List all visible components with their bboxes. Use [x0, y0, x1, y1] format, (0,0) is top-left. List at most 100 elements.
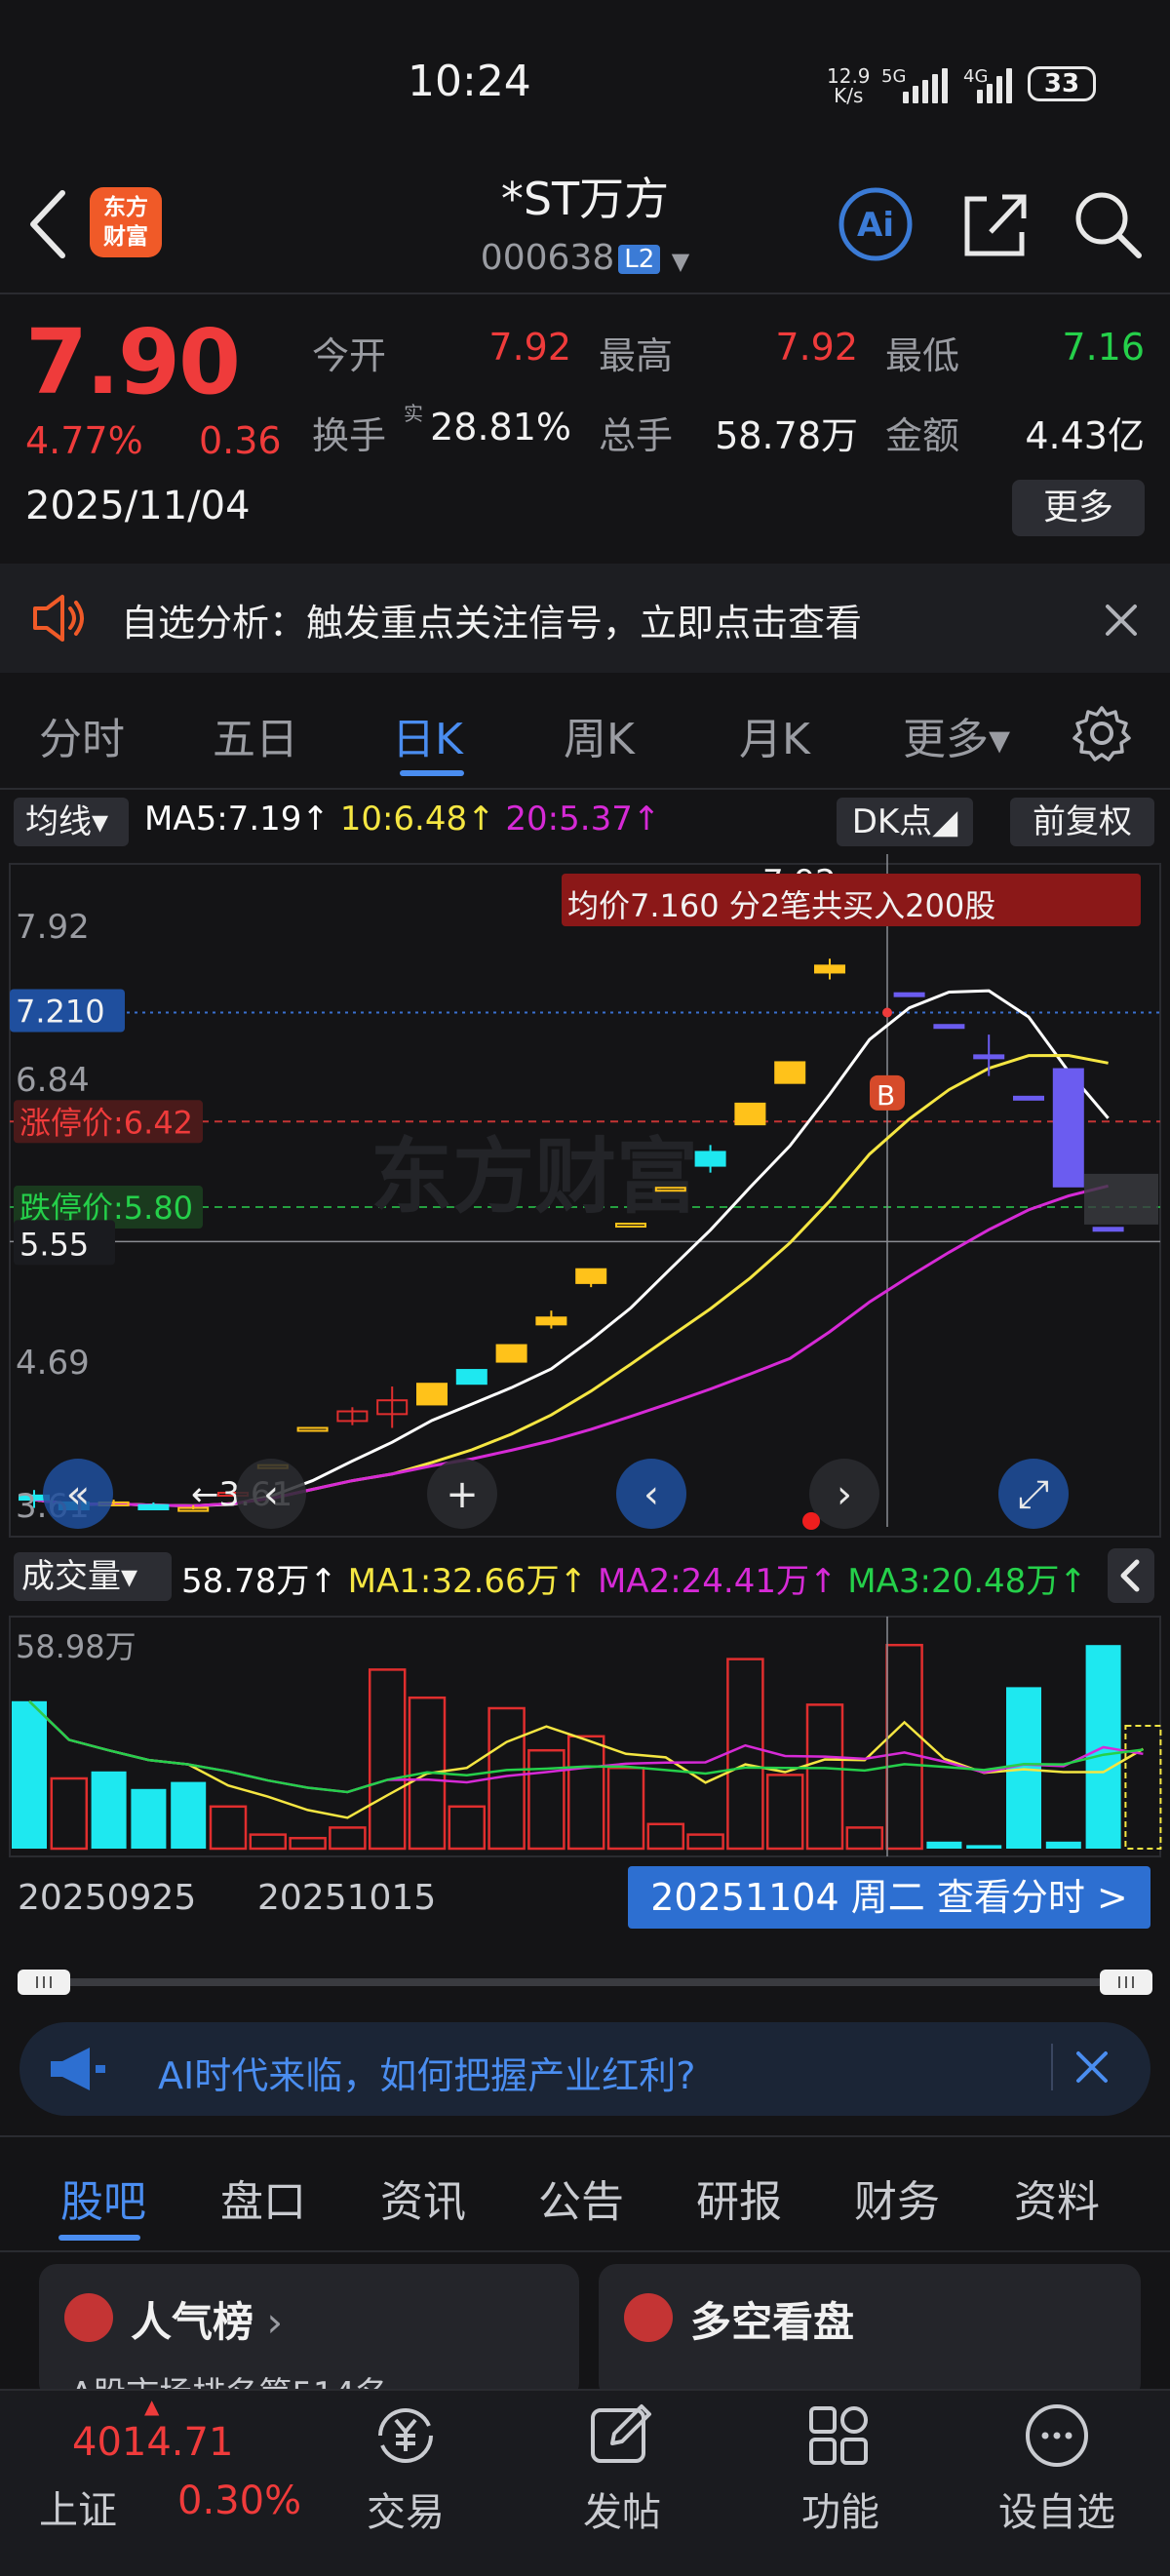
cursor-highlight [1084, 1173, 1158, 1225]
tab-five-day[interactable]: 五日 [213, 704, 298, 766]
nav-trade[interactable]: 交易 [328, 2480, 484, 2537]
ma-selector[interactable]: 均线▾ [14, 798, 129, 846]
gear-icon[interactable] [1072, 704, 1131, 762]
tab-guba[interactable]: 股吧 [60, 2166, 146, 2229]
collapse-panel-icon[interactable] [1108, 1548, 1154, 1603]
signal-icon [889, 68, 948, 103]
y-label-6-84: 6.84 [16, 1061, 90, 1100]
candle [296, 1426, 329, 1432]
volume-bar [765, 1774, 804, 1851]
nav-post[interactable]: 发帖 [544, 2480, 700, 2537]
index-name[interactable]: 上证 [39, 2478, 117, 2535]
candle-body [933, 1024, 965, 1030]
tab-profile[interactable]: 资料 [1014, 2166, 1100, 2229]
y-label-top: 7.92 [16, 908, 90, 947]
candle-body [1013, 1095, 1044, 1101]
cursor-h-tag: 5.55 [14, 1220, 115, 1266]
index-change[interactable]: 0.30% [177, 2478, 301, 2523]
nav-add-watchlist[interactable]: 设自选 [979, 2480, 1135, 2537]
divider [0, 2250, 1170, 2252]
more-button[interactable]: 更多 [1012, 480, 1145, 536]
volume-ma1: MA1:32.66万↑ [347, 1562, 588, 1601]
divider [0, 293, 1170, 294]
y-label-4-69: 4.69 [16, 1344, 90, 1383]
candle [336, 1407, 369, 1425]
tab-order-book[interactable]: 盘口 [220, 2166, 306, 2229]
candle [774, 1061, 806, 1084]
candle-body [296, 1426, 329, 1432]
index-value[interactable]: 4014.71 [72, 2420, 233, 2465]
volume-bar [566, 1735, 605, 1851]
close-icon[interactable] [1071, 2046, 1113, 2088]
tab-more[interactable]: 更多▾ [903, 704, 1010, 766]
ai-banner-text[interactable]: AI时代来临，如何把握产业红利? [158, 2046, 695, 2099]
candle-body [814, 964, 845, 974]
tab-intraday[interactable]: 分时 [39, 704, 125, 766]
volume-bar [448, 1805, 487, 1851]
open-value: 7.92 [488, 326, 571, 369]
search-icon[interactable] [1069, 185, 1147, 263]
ma5-line [33, 989, 1110, 1507]
functions-icon[interactable] [803, 2400, 878, 2471]
post-icon[interactable] [585, 2400, 659, 2471]
candle-body [495, 1344, 527, 1363]
tab-weekly-k[interactable]: 周K [564, 704, 635, 766]
marker-dot [802, 1512, 820, 1530]
tab-daily-k[interactable]: 日K [392, 704, 463, 766]
axis-date-start: 20250925 [18, 1878, 197, 1918]
nav-functions[interactable]: 功能 [762, 2480, 918, 2537]
scroll-right-button: › [809, 1459, 879, 1529]
candle-body [615, 1223, 646, 1229]
tab-news[interactable]: 资讯 [380, 2166, 466, 2229]
bull-bear-card[interactable] [599, 2264, 1141, 2400]
tab-finance[interactable]: 财务 [854, 2166, 940, 2229]
volume-bar [926, 1841, 962, 1849]
volume-bar [686, 1833, 724, 1851]
candle-body [535, 1316, 567, 1326]
view-intraday-button[interactable]: 20251104 周二 查看分时 > [628, 1866, 1150, 1929]
dk-point-button[interactable]: DK点◢ [837, 798, 973, 846]
amount-label: 金额 [885, 414, 960, 457]
volume-chart[interactable]: 58.98万 [0, 1609, 1170, 1862]
add-watchlist-icon[interactable] [1020, 2400, 1094, 2471]
cursor-price-tag: 7.210 [10, 989, 125, 1033]
volume-ma3-line [28, 1699, 1144, 1794]
tab-monthly-k[interactable]: 月K [739, 704, 810, 766]
candle-body [1092, 1227, 1124, 1232]
share-icon[interactable] [957, 185, 1032, 263]
volume-bar [131, 1788, 167, 1849]
candle-body [416, 1383, 448, 1406]
candle-body [973, 1054, 1005, 1060]
candle [694, 1145, 726, 1173]
expand-button: ⤢ [998, 1459, 1069, 1529]
volume-bar [845, 1826, 884, 1851]
candle [575, 1268, 607, 1288]
ai-assistant-icon[interactable]: Ai [837, 185, 915, 263]
range-scrollbar[interactable] [18, 1970, 1152, 1995]
network-speed: 12.9 K/s [827, 66, 871, 105]
volume-label: 总手 [599, 414, 674, 457]
scroll-right-button-glyph: › [837, 1472, 852, 1517]
chart-rewind-button-glyph: « [66, 1472, 90, 1517]
tab-research[interactable]: 研报 [696, 2166, 782, 2229]
megaphone-icon [51, 2048, 105, 2090]
ma20-line [33, 1184, 1109, 1507]
trade-icon[interactable] [369, 2400, 443, 2471]
chart-rewind-button: « [43, 1459, 113, 1529]
turnover-label: 换手 [312, 414, 387, 457]
trade-tooltip-text: 均价7.160 分2笔共买入200股 [567, 887, 995, 924]
volume-indicator-selector[interactable]: 成交量▾ [14, 1552, 172, 1601]
cursor-h-tag-text: 5.55 [20, 1226, 89, 1263]
active-tab-indicator [400, 770, 464, 776]
notice-text[interactable]: 自选分析：触发重点关注信号，立即点击查看 [121, 593, 862, 646]
candle [1013, 1095, 1044, 1101]
close-icon[interactable] [1100, 599, 1143, 642]
tab-announcements[interactable]: 公告 [538, 2166, 624, 2229]
adjust-mode-button[interactable]: 前复权 [1010, 798, 1154, 846]
high-value: 7.92 [775, 326, 858, 369]
candle [376, 1386, 409, 1428]
turnover-value: 28.81% [430, 406, 571, 449]
current-price: 7.90 [25, 310, 241, 414]
kline-chart[interactable]: 东方财富 7.927.2106.84涨停价:6.425.77跌停价:5.805.… [0, 854, 1170, 1546]
popularity-title: 人气榜 › [131, 2298, 284, 2346]
